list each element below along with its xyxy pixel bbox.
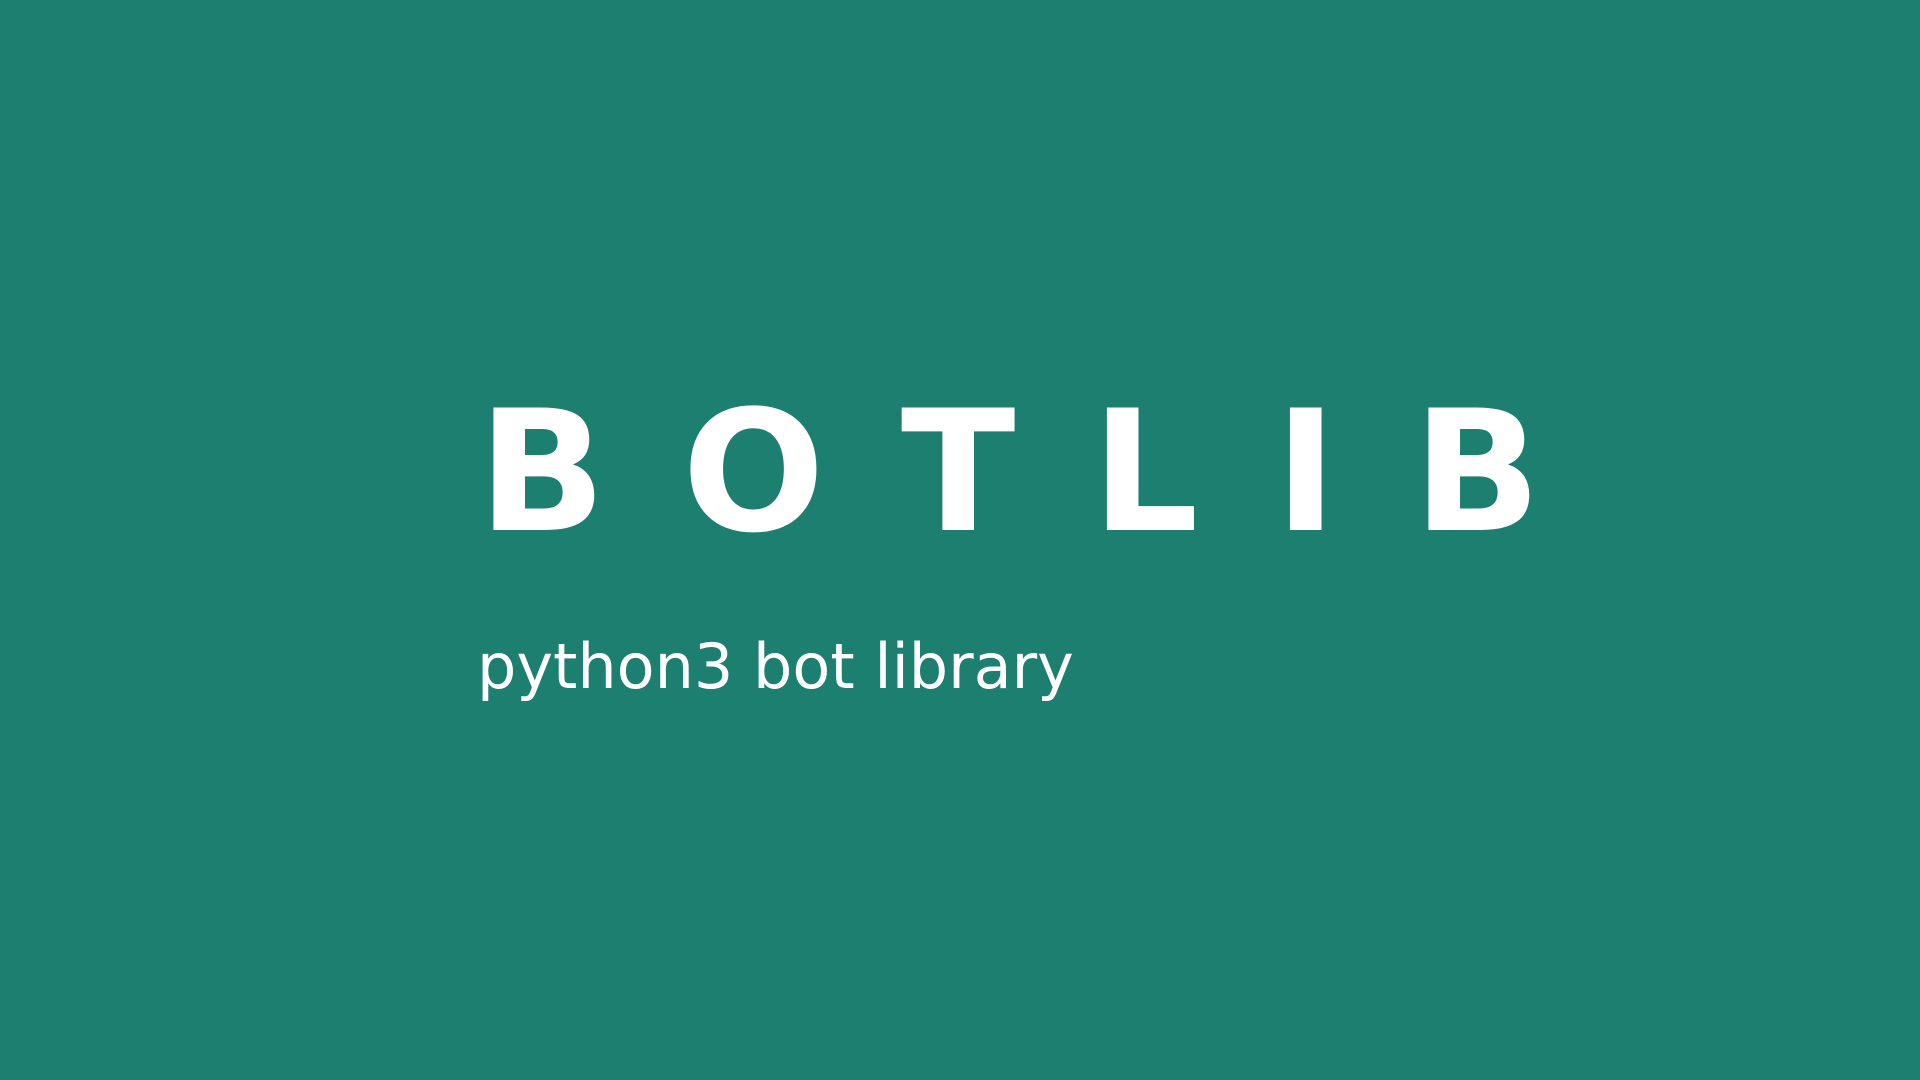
page-subtitle: python3 bot library: [477, 630, 1074, 703]
title-slide: BOTLIB python3 bot library: [0, 0, 1920, 1080]
page-title: BOTLIB: [478, 374, 1618, 570]
